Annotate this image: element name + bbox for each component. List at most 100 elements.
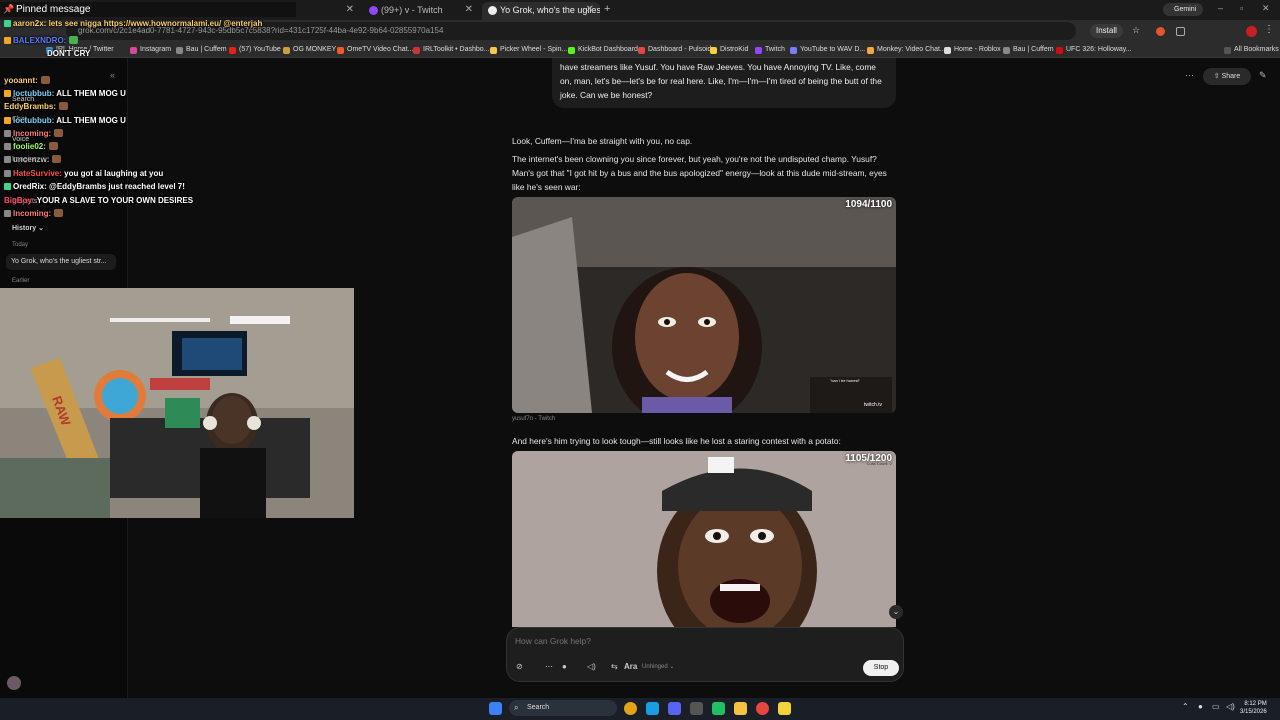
tray-chevron-icon[interactable]: ⌃ (1182, 702, 1189, 711)
tab-grok[interactable]: Yo Grok, who's the ugliest ✕ (482, 2, 600, 20)
stop-label: Stop (873, 664, 889, 671)
steam-icon[interactable] (646, 702, 659, 715)
bookmark-item[interactable]: UFC 326: Holloway... (1056, 44, 1132, 56)
reply-image[interactable]: 1094/1100 "can i be honest" twitch.tv (512, 197, 896, 413)
bookmark-item[interactable]: Monkey: Video Chat... (867, 44, 946, 56)
install-button[interactable]: Install (1090, 24, 1123, 38)
bookmark-label: Twitch (765, 46, 785, 53)
pin-icon: 📌 (3, 4, 15, 14)
share-button[interactable]: ⇧ Share (1203, 68, 1251, 85)
extensions-puzzle-icon[interactable] (1176, 27, 1185, 36)
menu-icon[interactable]: ⋮ (1264, 24, 1274, 35)
chrome-icon[interactable] (624, 702, 637, 715)
folder-icon (1224, 47, 1231, 54)
chat-message: YOUR A SLAVE TO YOUR OWN DESIRES (36, 196, 194, 205)
microphone-icon[interactable]: ● (1198, 702, 1203, 711)
speaker-icon[interactable]: ◁) (587, 662, 596, 671)
bookmark-item[interactable]: (57) YouTube (229, 44, 281, 56)
earlier-label: Earlier (12, 278, 30, 284)
bookmark-item[interactable]: Picker Wheel - Spin... (490, 44, 567, 56)
stop-button[interactable]: Stop (863, 660, 899, 676)
image-caption[interactable]: yusuf7n - Twitch (512, 416, 555, 422)
chat-user: HateSurvive: (13, 169, 62, 178)
reply-paragraph: And here's him trying to look tough—stil… (512, 436, 841, 446)
minimize-icon[interactable]: – (1218, 3, 1223, 13)
bookmark-item[interactable]: Instagram (130, 44, 171, 56)
bookmark-icon (413, 47, 420, 54)
new-tab-icon[interactable]: + (604, 3, 610, 15)
history-toggle[interactable]: History ⌄ (12, 224, 44, 232)
close-tab-icon[interactable]: ✕ (346, 2, 354, 18)
prompt-input[interactable] (515, 636, 875, 646)
bookmark-item[interactable]: OmeTV Video Chat... (337, 44, 413, 56)
badge-icon (4, 117, 11, 124)
extension-icon[interactable] (1156, 27, 1165, 36)
voice-name[interactable]: Ara (624, 662, 637, 671)
microphone-icon[interactable]: ● (562, 662, 567, 671)
bookmark-item[interactable]: Bau | Cuffem (176, 44, 227, 56)
close-window-icon[interactable]: ✕ (1262, 3, 1270, 14)
profile-avatar[interactable] (1246, 26, 1257, 37)
collapse-sidebar-icon[interactable]: « (110, 70, 115, 80)
scroll-down-icon[interactable]: ⌄ (889, 605, 903, 619)
chrome-icon[interactable] (756, 702, 769, 715)
bookmark-label: Bau | Cuffem (1013, 46, 1054, 53)
chat-message: ALL THEM MOG U (56, 89, 126, 98)
taskbar-search[interactable]: ⌕ Search (509, 700, 617, 716)
chat-message: @EddyBrambs just reached level 7! (49, 182, 185, 191)
star-icon[interactable]: ☆ (1132, 25, 1140, 36)
bookmark-item[interactable]: Twitch (755, 44, 785, 56)
system-clock[interactable]: 8:12 PM 3/15/2026 (1240, 700, 1267, 716)
voice-settings-icon[interactable]: ⇆ (611, 662, 618, 671)
user-avatar[interactable] (7, 676, 21, 690)
app-icon[interactable] (778, 702, 791, 715)
tab-label: (99+) v - Twitch (381, 5, 443, 15)
network-icon[interactable]: ▭ (1212, 702, 1220, 711)
bookmark-item[interactable]: Home - Roblox (944, 44, 1001, 56)
discord-icon[interactable] (668, 702, 681, 715)
bookmark-icon (176, 47, 183, 54)
bookmark-item[interactable]: IRLToolkit • Dashbo... (413, 44, 490, 56)
bookmark-label: YouTube to WAV D... (800, 46, 866, 53)
gemini-button[interactable]: Gemini (1163, 3, 1203, 16)
mode-selector[interactable]: Unhinged ⌄ (642, 663, 674, 670)
bookmark-item[interactable]: DistroKid (710, 44, 748, 56)
user-message-text: have streamers like Yusuf. You have Raw … (560, 62, 882, 100)
pinned-text: aaron2x: lets see nigga https://www.hown… (13, 19, 263, 28)
history-item[interactable]: Yo Grok, who's the ugliest str... (6, 254, 116, 270)
close-tab-icon[interactable]: ✕ (586, 2, 594, 18)
badge-icon (4, 20, 11, 27)
reply-image[interactable]: 1105/1200 Cuss Count: 2 (512, 451, 896, 627)
all-bookmarks[interactable]: All Bookmarks (1224, 44, 1279, 56)
maximize-icon[interactable]: ▫ (1240, 3, 1243, 13)
chat-user: uncenzw: (13, 155, 50, 164)
bookmark-item[interactable]: Dashboard - Pulsoid (638, 44, 711, 56)
chat-user: yooannt: (4, 76, 38, 85)
chat-user: loctubbub: (13, 116, 55, 125)
bookmark-item[interactable]: KickBot Dashboard (568, 44, 638, 56)
bookmark-item[interactable]: Bau | Cuffem (1003, 44, 1054, 56)
stream-chat-text: "can i be honest" (830, 378, 860, 383)
chat-user: OredRix: (13, 182, 47, 191)
bookmark-icon (710, 47, 717, 54)
bookmark-item[interactable]: YouTube to WAV D... (790, 44, 865, 56)
folder-icon[interactable] (734, 702, 747, 715)
windows-start-icon[interactable] (489, 702, 502, 715)
all-bookmarks-label: All Bookmarks (1234, 46, 1279, 53)
volume-icon[interactable]: ◁) (1226, 702, 1235, 711)
taskbar (0, 698, 1280, 720)
webcam-overlay: RAW (0, 288, 354, 518)
bookmark-item[interactable]: OG MONKEY (283, 44, 336, 56)
more-options-icon[interactable]: ⋯ (1185, 70, 1194, 81)
pinned-message-text: aaron2x: lets see nigga https://www.hown… (4, 18, 262, 29)
bookmark-icon (229, 47, 236, 54)
obs-icon[interactable] (712, 702, 725, 715)
new-chat-icon[interactable]: ✎ (1259, 70, 1267, 81)
attach-icon[interactable]: ⊘ (516, 662, 523, 671)
tab-twitch[interactable]: (99+) v - Twitch ✕ (363, 2, 479, 20)
chat-message: you got ai laughing at you (64, 169, 164, 178)
app-icon[interactable] (690, 702, 703, 715)
waveform-icon[interactable]: ⋯ (545, 662, 553, 671)
close-tab-icon[interactable]: ✕ (465, 2, 473, 18)
bookmark-icon (944, 47, 951, 54)
